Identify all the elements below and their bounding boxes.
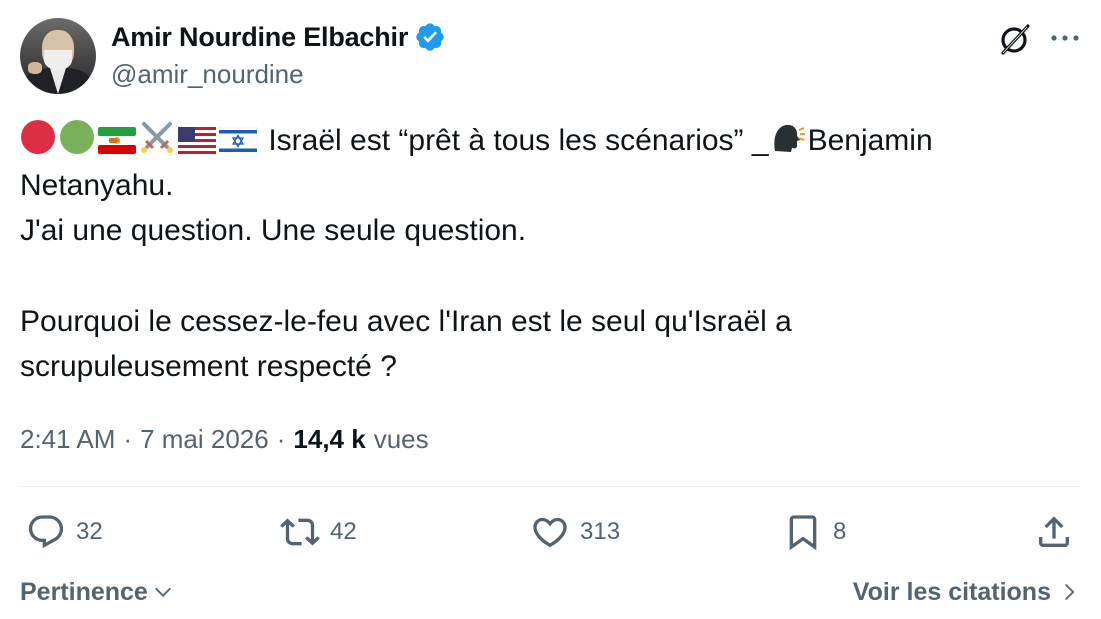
bookmark-button[interactable]: 8 bbox=[783, 512, 846, 552]
view-quotes-label: Voir les citations bbox=[852, 578, 1051, 606]
tweet-date[interactable]: 7 mai 2026 bbox=[140, 418, 269, 460]
tweet-line-1-after: Benjamin bbox=[807, 124, 933, 157]
us-flag-icon bbox=[178, 127, 216, 155]
avatar-beard bbox=[44, 50, 72, 70]
tweet-text: Israël est “prêt à tous les scénarios” _… bbox=[20, 118, 1080, 389]
verified-badge-icon[interactable] bbox=[414, 21, 446, 53]
share-button[interactable] bbox=[1034, 512, 1074, 552]
bookmark-icon bbox=[789, 515, 817, 551]
repost-icon bbox=[280, 518, 320, 546]
divider bbox=[20, 486, 1081, 487]
views-label: vues bbox=[373, 424, 429, 454]
share-icon bbox=[1039, 516, 1069, 547]
chevron-down-icon bbox=[154, 587, 171, 597]
crossed-swords-icon bbox=[139, 119, 175, 155]
iran-flag-icon bbox=[98, 125, 136, 155]
meta-separator: · bbox=[276, 424, 286, 454]
repost-count: 42 bbox=[330, 518, 357, 545]
tweet-line-5: scrupuleusement respecté ? bbox=[20, 350, 397, 383]
views-count[interactable]: 14,4 k bbox=[293, 418, 365, 460]
like-count: 313 bbox=[580, 518, 621, 545]
tweet-line-1-text: Israël est “prêt à tous les scénarios” _ bbox=[268, 124, 769, 157]
avatar-hand bbox=[28, 62, 42, 74]
reply-icon bbox=[28, 515, 64, 549]
view-quotes-link[interactable]: Voir les citations bbox=[853, 574, 1079, 610]
bookmark-count: 8 bbox=[833, 518, 847, 545]
more-options-icon[interactable] bbox=[1048, 24, 1082, 52]
author-display-name[interactable]: Amir Nourdine Elbachir bbox=[111, 20, 408, 54]
green-circle-icon bbox=[59, 119, 95, 155]
tweet-meta: 2:41 AM · 7 mai 2026 · 14,4 k vues bbox=[20, 418, 429, 460]
reply-count: 32 bbox=[76, 518, 103, 545]
avatar[interactable] bbox=[20, 18, 96, 94]
author-name-row[interactable]: Amir Nourdine Elbachir bbox=[111, 20, 446, 54]
meta-separator: · bbox=[123, 424, 133, 454]
tweet-line-3: J'ai une question. Une seule question. bbox=[20, 214, 527, 247]
reply-button[interactable]: 32 bbox=[26, 512, 103, 552]
tweet-line-4: Pourquoi le cessez-le-feu avec l'Iran es… bbox=[20, 305, 792, 338]
tweet-time[interactable]: 2:41 AM bbox=[20, 418, 115, 460]
tweet-line-2: Netanyahu. bbox=[20, 169, 174, 202]
sort-label: Pertinence bbox=[20, 578, 148, 606]
israel-flag-icon bbox=[219, 127, 257, 155]
repost-button[interactable]: 42 bbox=[280, 512, 357, 552]
like-button[interactable]: 313 bbox=[530, 512, 620, 552]
tweet-line-1: Israël est “prêt à tous les scénarios” _… bbox=[20, 118, 1080, 163]
tweet: Amir Nourdine Elbachir @amir_nourdine Is… bbox=[0, 0, 1101, 619]
heart-icon bbox=[533, 517, 567, 548]
chevron-right-icon bbox=[1065, 583, 1075, 601]
speaking-head-icon bbox=[769, 119, 805, 155]
sort-dropdown[interactable]: Pertinence bbox=[20, 574, 174, 610]
red-circle-icon bbox=[20, 119, 56, 155]
grok-icon[interactable] bbox=[997, 21, 1033, 57]
author-handle[interactable]: @amir_nourdine bbox=[111, 58, 304, 90]
